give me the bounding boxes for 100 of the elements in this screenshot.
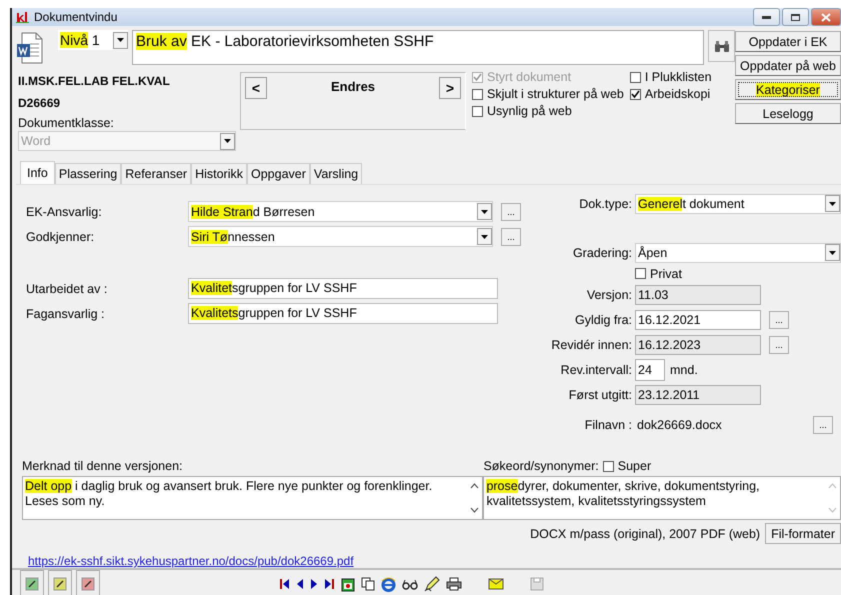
app-logo-icon	[16, 11, 30, 23]
read-only-field: 23.12.2011	[635, 384, 761, 404]
field-label: Søkeord/synonymer:	[483, 459, 599, 473]
checkbox-label: Skjult i strukturer på web	[487, 87, 624, 101]
previous-icon[interactable]	[296, 578, 304, 590]
maximize-icon	[791, 14, 800, 20]
level-dropdown[interactable]: Nivå 1	[58, 30, 128, 50]
document-id: D26669	[18, 96, 62, 110]
tab[interactable]: Historikk	[191, 163, 247, 184]
browse-button[interactable]: ...	[501, 228, 521, 246]
checkbox-label: Privat	[650, 266, 682, 280]
dropdown-field[interactable]: Åpen	[635, 242, 841, 262]
checkbox-label: Arbeidskopi	[644, 87, 710, 101]
binoculars-icon	[714, 40, 730, 52]
close-icon	[821, 12, 831, 22]
note-pencil-icon	[53, 577, 67, 591]
field-label: EK-Ansvarlig:	[26, 204, 103, 218]
word-document-icon	[16, 32, 44, 64]
envelope-icon[interactable]	[488, 578, 504, 590]
field-label: Revidér innen:	[550, 338, 633, 352]
document-title-field[interactable]: Bruk av EK - Laboratorievirksomheten SSHF	[132, 30, 704, 65]
close-button[interactable]	[811, 8, 841, 26]
caret-icon	[117, 38, 124, 42]
note-button[interactable]	[76, 570, 100, 595]
action-button[interactable]: Oppdater på web	[735, 55, 841, 76]
note-button[interactable]	[48, 570, 72, 595]
field-label: Dokumentklasse:	[18, 116, 115, 130]
field-label: Gyldig fra:	[574, 312, 633, 326]
tab[interactable]: Plassering	[54, 163, 122, 184]
caret-icon	[481, 234, 488, 238]
last-icon[interactable]	[324, 578, 335, 590]
tab[interactable]: Referanser	[121, 163, 192, 184]
checkbox-label: Super	[618, 459, 652, 473]
printer-icon[interactable]	[446, 577, 462, 591]
browse-button[interactable]: ...	[769, 310, 789, 328]
previous-button[interactable]: <	[245, 77, 267, 99]
pen-icon[interactable]	[424, 576, 440, 592]
field-label: Først utgitt:	[568, 388, 633, 402]
checkbox-label: I Plukklisten	[644, 70, 712, 84]
browser-icon[interactable]	[381, 576, 396, 592]
browse-button[interactable]: ...	[769, 336, 789, 354]
minimize-button[interactable]	[753, 8, 780, 26]
note-pencil-icon	[81, 577, 95, 591]
text-field[interactable]: Kvalitetsgruppen for LV SSHF	[188, 278, 498, 299]
checkbox[interactable]	[635, 268, 646, 279]
checkbox[interactable]	[630, 72, 641, 82]
dropdown-field[interactable]: Siri Tønnessen	[188, 226, 493, 247]
note-button[interactable]	[20, 570, 44, 595]
action-button[interactable]: Oppdater i EK	[735, 31, 841, 52]
browse-button[interactable]: ...	[813, 416, 833, 434]
checkbox-label: Styrt dokument	[487, 70, 572, 84]
scroll-up-icon[interactable]	[470, 483, 480, 489]
document-code: II.MSK.FEL.LAB FEL.KVAL	[18, 74, 171, 90]
caret-icon	[481, 210, 488, 214]
text-field[interactable]: Kvalitetsgruppen for LV SSHF	[188, 303, 498, 324]
next-button[interactable]: >	[438, 77, 461, 99]
field-label: Merknad til denne versjonen:	[22, 459, 184, 473]
dropdown-field[interactable]: Generelt dokument	[635, 194, 841, 214]
glasses-icon[interactable]	[402, 578, 418, 590]
field-label: Versjon:	[586, 288, 633, 302]
copy-icon[interactable]	[361, 577, 375, 591]
window-title: Dokumentvindu	[34, 10, 118, 24]
tab[interactable]: Varsling	[310, 163, 362, 184]
field-label: Filnavn :	[584, 418, 633, 432]
checkbox[interactable]	[630, 88, 641, 100]
field-label: Utarbeidet av :	[26, 282, 108, 296]
caret-icon	[224, 139, 231, 143]
read-only-field: 11.03	[635, 284, 761, 304]
maximize-button[interactable]	[782, 8, 809, 26]
status-text: Endres	[330, 78, 376, 94]
field-label: Rev.intervall:	[560, 362, 633, 376]
file-name: dok26669.docx	[636, 418, 722, 432]
action-button[interactable]: Leselogg	[735, 103, 841, 124]
document-link[interactable]: https://ek-sshf.sikt.sykehuspartner.no/docs/pub/dok26669.pdf	[28, 554, 354, 568]
action-button[interactable]: Kategoriser	[735, 79, 841, 100]
browse-button[interactable]: ...	[501, 202, 521, 220]
first-icon[interactable]	[279, 578, 290, 590]
field-label: Godkjenner:	[26, 230, 96, 244]
checkbox[interactable]	[472, 88, 483, 100]
date-field[interactable]: 16.12.2021	[635, 310, 761, 330]
tab[interactable]: Info	[20, 161, 55, 184]
checkbox[interactable]	[472, 106, 483, 116]
calendar-icon[interactable]	[341, 576, 355, 592]
file-formats-button[interactable]: Fil-formater	[765, 523, 841, 544]
checkbox-label: Usynlig på web	[487, 104, 572, 118]
dropdown-field[interactable]: Hilde Strand Børresen	[188, 201, 493, 222]
scroll-down-icon[interactable]	[470, 507, 480, 513]
caret-icon	[829, 250, 836, 254]
note-pencil-icon	[25, 577, 39, 591]
search-button[interactable]	[708, 30, 735, 62]
next-icon[interactable]	[310, 578, 318, 590]
unit-label: mnd.	[670, 362, 698, 376]
field-label: Dok.type:	[578, 196, 633, 210]
tab[interactable]: Oppgaver	[247, 163, 310, 184]
file-formats-text: DOCX m/pass (original), 2007 PDF (web)	[530, 526, 760, 540]
interval-field[interactable]: 24	[635, 358, 665, 380]
field-label: Gradering:	[572, 246, 633, 260]
read-only-field: 16.12.2023	[635, 334, 761, 354]
checkbox[interactable]	[602, 460, 614, 472]
field-label: Fagansvarlig :	[26, 306, 106, 320]
